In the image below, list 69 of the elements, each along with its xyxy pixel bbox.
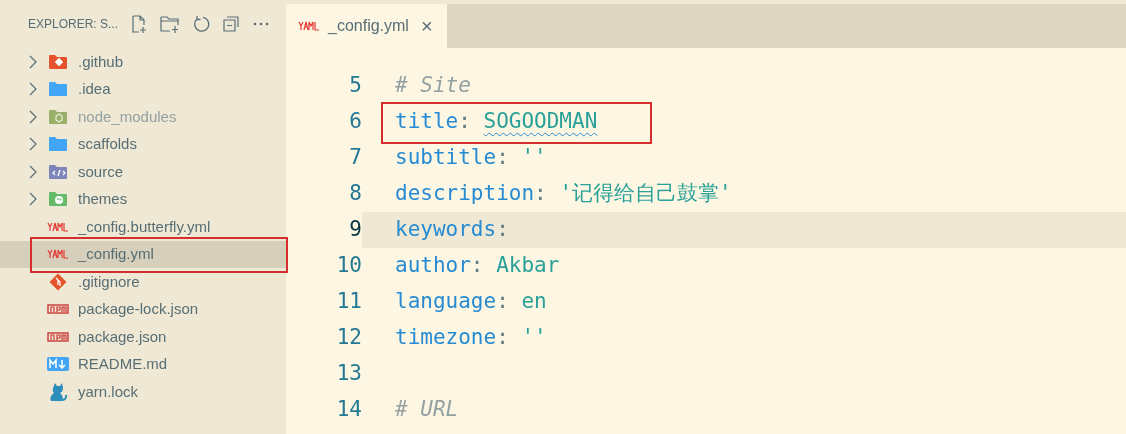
code-token: description [395,180,535,208]
line-number: 13 [335,360,362,388]
yaml-icon [47,249,69,260]
code-token: Akbar [496,252,560,280]
file-row[interactable]: yarn.lock [0,378,286,406]
folder-icon [48,135,68,154]
code-token: '' [521,144,547,172]
line-number: 10 [335,252,362,280]
chevron-right-icon [28,164,38,179]
explorer-title: EXPLORER: S... [28,16,116,33]
code-token: # URL [395,396,459,424]
collapse-all-icon[interactable] [222,15,240,33]
code-token: title [395,108,459,136]
file-row[interactable]: README.md [0,350,286,378]
chevron-right-icon [28,54,38,69]
npm-icon [47,304,69,315]
code-token: # Site [395,72,471,100]
markdown-icon [47,357,69,372]
node-folder-icon [48,107,68,126]
folder-row[interactable]: .idea [0,75,286,103]
npm-icon [47,331,69,342]
code-token: author [395,252,471,280]
close-button[interactable]: × [420,11,433,41]
file-row[interactable]: _config.yml [0,240,286,268]
code-token: timezone [395,324,497,352]
refresh-icon[interactable] [192,15,210,33]
code-token: : [496,324,510,352]
code-token: en [521,288,547,316]
folder-row[interactable]: themes [0,185,286,213]
code-token: '' [521,324,547,352]
line-number: 6 [348,108,362,136]
line-number: 9 [348,216,362,244]
code-token: : [534,180,548,208]
code-token: '记得给自己鼓掌' [559,180,732,208]
file-row[interactable]: package-lock.json [0,295,286,323]
git-folder-icon [48,52,68,71]
code-token: : [470,252,485,280]
code-token: subtitle [395,144,497,172]
palette-folder-icon [48,190,68,209]
code-folder-icon [48,162,68,181]
new-file-icon[interactable] [130,15,148,33]
line-number: 12 [335,324,362,352]
line-number: 8 [348,180,362,208]
code-token: : [496,216,509,244]
line-number: 14 [335,396,362,424]
chevron-right-icon [28,109,38,124]
folder-row[interactable]: source [0,158,286,186]
editor-tab[interactable]: _config.yml × [286,4,447,48]
code-token: language [395,288,497,316]
chevron-right-icon [28,137,38,152]
code-token: : [496,144,510,172]
yaml-icon [298,21,320,31]
yaml-icon [47,221,69,232]
new-folder-icon[interactable] [160,15,180,33]
code-token: SOGOODMAN [483,108,598,136]
folder-row[interactable]: scaffolds [0,130,286,158]
file-row[interactable]: package.json [0,323,286,351]
folder-row[interactable]: .github [0,48,286,76]
line-number: 5 [348,72,362,100]
line-number: 7 [348,144,362,172]
line-number: 11 [335,288,362,316]
folder-icon [48,80,68,99]
file-row[interactable]: .gitignore [0,268,286,296]
code-token: : [496,288,510,316]
file-row[interactable]: _config.butterfly.yml [0,213,286,241]
chevron-right-icon [28,192,38,207]
code-token: : [458,108,472,136]
chevron-right-icon [28,82,38,97]
code-token: keywords [395,216,497,244]
